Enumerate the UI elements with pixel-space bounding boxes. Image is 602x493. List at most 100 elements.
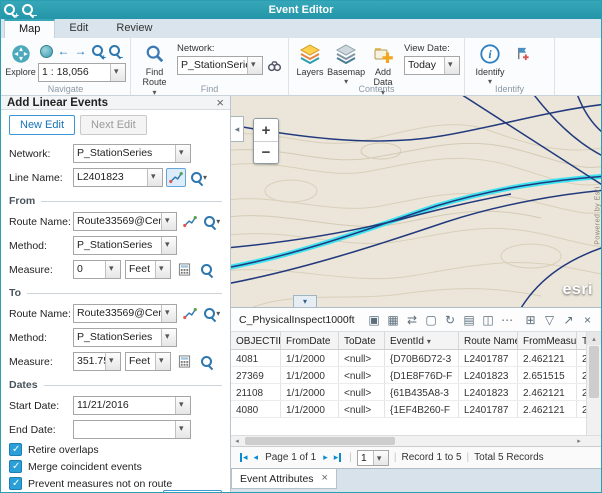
scroll-left-icon[interactable] bbox=[231, 436, 243, 446]
show-selected-records-icon[interactable] bbox=[384, 311, 403, 329]
map[interactable]: + − Powered by Esri esri bbox=[231, 96, 601, 308]
choose-columns-icon[interactable] bbox=[521, 311, 540, 329]
find-network-select[interactable]: P_StationSeries bbox=[177, 56, 263, 75]
to-route-dropdown-icon[interactable] bbox=[161, 305, 176, 322]
select-to-route-on-map-icon[interactable] bbox=[180, 304, 200, 323]
start-date-field[interactable]: 11/21/2016 bbox=[73, 396, 191, 415]
map-scale-select[interactable]: 1 : 18,056 bbox=[38, 63, 126, 82]
tab-edit[interactable]: Edit bbox=[55, 19, 102, 38]
prevent-measures-checkbox[interactable] bbox=[9, 477, 22, 490]
table-row[interactable]: 211081/1/2000<null>{61B435A8-3L24018232.… bbox=[231, 384, 586, 401]
column-header-eventid[interactable]: EventId bbox=[385, 332, 459, 349]
to-measure-calculator-icon[interactable] bbox=[174, 352, 194, 371]
explore-button[interactable]: Explore bbox=[5, 41, 36, 77]
table-row[interactable]: 40811/1/2000<null>{D70B6D72-3L24017872.4… bbox=[231, 350, 586, 367]
end-date-dropdown-icon[interactable] bbox=[175, 421, 190, 438]
view-date-select[interactable]: Today bbox=[404, 56, 460, 75]
select-events-icon[interactable] bbox=[365, 311, 384, 329]
table-row[interactable]: 40801/1/2000<null>{1EF4B260-FL24017872.4… bbox=[231, 401, 586, 418]
to-route-name-select[interactable]: Route33569@Centb bbox=[73, 304, 177, 323]
end-date-field[interactable] bbox=[73, 420, 191, 439]
maximize-table-icon[interactable] bbox=[559, 311, 578, 329]
tab-event-attributes[interactable]: Event Attributes bbox=[231, 469, 337, 489]
save-edits-icon[interactable] bbox=[479, 311, 498, 329]
scroll-up-icon[interactable] bbox=[587, 332, 601, 345]
line-search-icon[interactable] bbox=[189, 168, 209, 187]
zoom-out-icon[interactable] bbox=[106, 43, 123, 60]
retire-overlaps-checkbox[interactable] bbox=[9, 443, 22, 456]
from-unit-dropdown-icon[interactable] bbox=[155, 261, 170, 278]
from-measure-unit-select[interactable]: Feet bbox=[125, 260, 171, 279]
horizontal-scrollbar[interactable] bbox=[231, 435, 601, 446]
line-name-dropdown-icon[interactable] bbox=[147, 169, 162, 186]
to-method-dropdown-icon[interactable] bbox=[161, 329, 176, 346]
vertical-scroll-thumb[interactable] bbox=[589, 346, 599, 398]
to-measure-dropdown-icon[interactable] bbox=[105, 353, 120, 370]
identify-button[interactable]: i Identify bbox=[469, 41, 511, 86]
from-measure-calculator-icon[interactable] bbox=[174, 260, 194, 279]
select-from-route-on-map-icon[interactable] bbox=[180, 212, 200, 231]
records-per-page-select[interactable]: 1 bbox=[357, 450, 389, 466]
column-header-fromdate[interactable]: FromDate bbox=[281, 332, 339, 349]
from-route-dropdown-icon[interactable] bbox=[161, 213, 176, 230]
to-unit-dropdown-icon[interactable] bbox=[155, 353, 170, 370]
per-page-dropdown-icon[interactable] bbox=[373, 451, 388, 465]
tab-map[interactable]: Map bbox=[4, 19, 55, 38]
view-date-dropdown-icon[interactable] bbox=[444, 57, 459, 74]
filter-icon[interactable] bbox=[540, 311, 559, 329]
table-row[interactable]: 273691/1/2000<null>{D1E8F76D-FL24018232.… bbox=[231, 367, 586, 384]
previous-extent-icon[interactable] bbox=[55, 43, 72, 60]
map-scale-dropdown-icon[interactable] bbox=[110, 64, 125, 81]
close-tab-icon[interactable] bbox=[322, 473, 328, 484]
select-line-on-map-icon[interactable] bbox=[166, 168, 186, 187]
from-measure-dropdown-icon[interactable] bbox=[105, 261, 120, 278]
column-header-objectid[interactable]: OBJECTID bbox=[231, 332, 281, 349]
first-page-button[interactable] bbox=[240, 453, 248, 462]
from-measure-select[interactable]: 0 bbox=[73, 260, 121, 279]
to-route-search-icon[interactable] bbox=[203, 304, 223, 323]
clear-selection-icon[interactable] bbox=[422, 311, 441, 329]
switch-selection-icon[interactable] bbox=[403, 311, 422, 329]
basemap-button[interactable]: Basemap bbox=[327, 41, 365, 86]
last-page-button[interactable] bbox=[334, 453, 342, 462]
to-method-select[interactable]: P_StationSeries bbox=[73, 328, 177, 347]
next-extent-icon[interactable] bbox=[72, 43, 89, 60]
zoom-in-icon[interactable] bbox=[89, 43, 106, 60]
from-route-search-icon[interactable] bbox=[203, 212, 223, 231]
layers-button[interactable]: Layers bbox=[293, 41, 327, 77]
column-header-todate[interactable]: ToDate bbox=[339, 332, 385, 349]
from-method-dropdown-icon[interactable] bbox=[161, 237, 176, 254]
identify-route-location-icon[interactable] bbox=[513, 44, 532, 63]
column-header-routename[interactable]: Route Name bbox=[459, 332, 518, 349]
next-page-button[interactable] bbox=[323, 453, 328, 462]
close-panel-icon[interactable] bbox=[216, 96, 224, 109]
network-dropdown-icon[interactable] bbox=[175, 145, 190, 162]
full-extent-icon[interactable] bbox=[38, 43, 55, 60]
more-options-icon[interactable] bbox=[498, 311, 517, 329]
start-date-dropdown-icon[interactable] bbox=[175, 397, 190, 414]
new-edit-button[interactable]: New Edit bbox=[9, 115, 75, 135]
to-measure-select[interactable]: 351.75 bbox=[73, 352, 121, 371]
view-date-filter-icon[interactable] bbox=[460, 311, 479, 329]
line-name-select[interactable]: L2401823 bbox=[73, 168, 163, 187]
find-network-dropdown-icon[interactable] bbox=[247, 57, 262, 74]
scroll-right-icon[interactable] bbox=[573, 436, 585, 446]
column-header-tomeasure[interactable]: ToMea bbox=[577, 332, 586, 349]
from-method-select[interactable]: P_StationSeries bbox=[73, 236, 177, 255]
close-table-icon[interactable] bbox=[578, 311, 597, 329]
binoculars-search-icon[interactable] bbox=[265, 56, 284, 75]
column-header-frommeasure[interactable]: FromMeasure bbox=[518, 332, 577, 349]
to-measure-unit-select[interactable]: Feet bbox=[125, 352, 171, 371]
refresh-table-icon[interactable] bbox=[441, 311, 460, 329]
collapse-table-arrow-icon[interactable] bbox=[293, 295, 317, 307]
previous-page-button[interactable] bbox=[254, 453, 259, 462]
from-measure-search-icon[interactable] bbox=[197, 260, 217, 279]
to-measure-search-icon[interactable] bbox=[197, 352, 217, 371]
map-zoom-out-button[interactable]: − bbox=[254, 141, 278, 163]
merge-coincident-checkbox[interactable] bbox=[9, 460, 22, 473]
map-zoom-in-button[interactable]: + bbox=[254, 119, 278, 141]
from-route-name-select[interactable]: Route33569@Centb bbox=[73, 212, 177, 231]
horizontal-scroll-thumb[interactable] bbox=[245, 437, 395, 445]
network-select[interactable]: P_StationSeries bbox=[73, 144, 191, 163]
vertical-scrollbar[interactable] bbox=[586, 332, 601, 435]
